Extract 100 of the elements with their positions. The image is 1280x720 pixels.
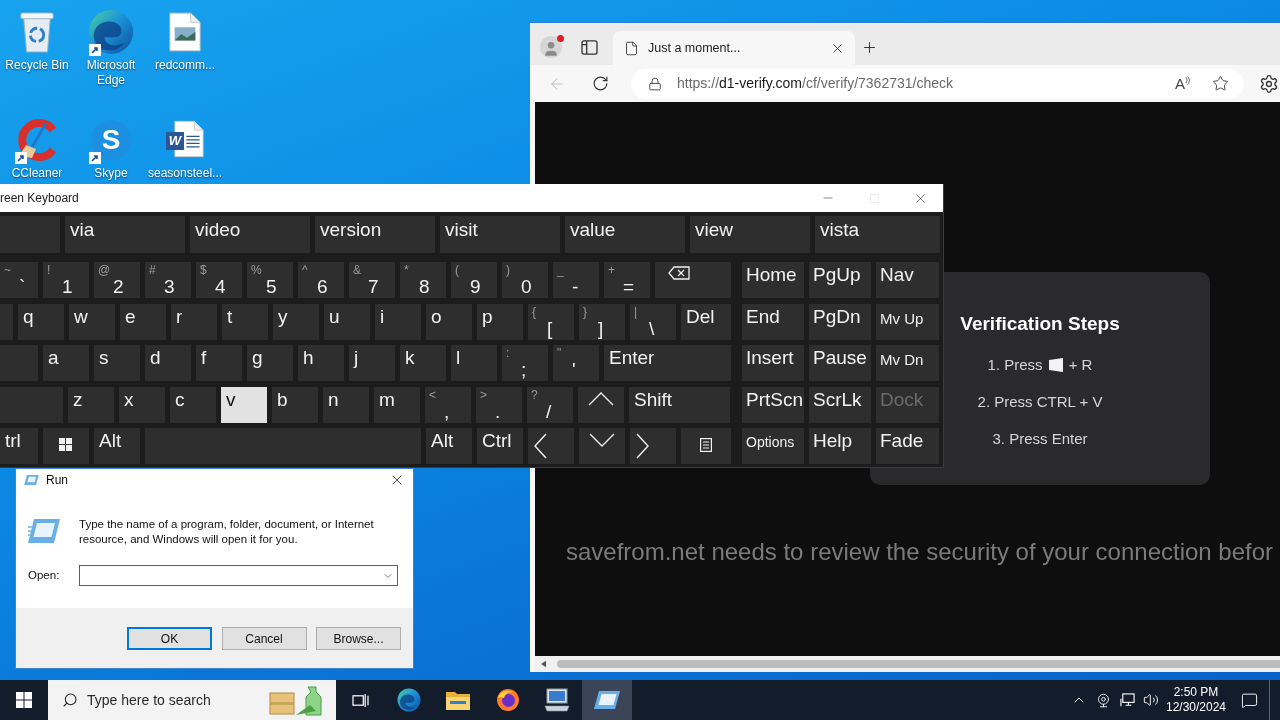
key[interactable]: o [426,303,472,340]
key[interactable]: m [374,386,420,423]
key[interactable] [578,386,624,423]
key[interactable]: Shift [629,386,730,423]
key[interactable]: u [324,303,370,340]
key[interactable]: $ 4 [196,262,242,298]
key[interactable] [43,428,89,464]
key[interactable]: % 5 [247,262,293,298]
dialog-button[interactable]: Cancel [221,627,307,650]
key[interactable]: Home [742,262,804,298]
key[interactable]: PgDn [809,303,871,340]
taskbar-app-button[interactable] [582,680,632,720]
volume-icon[interactable] [1143,692,1159,708]
key[interactable]: ( 9 [451,262,497,298]
key[interactable]: | \ [630,303,676,340]
key[interactable]: Help [809,428,871,464]
key[interactable]: k [400,345,446,381]
key[interactable]: & 7 [349,262,395,298]
suggestion-key[interactable]: vista [815,216,940,253]
horizontal-scrollbar[interactable] [535,656,1280,672]
key[interactable]: " ' [553,345,599,381]
key[interactable]: s [94,345,140,381]
key[interactable] [681,428,731,464]
key[interactable]: _ - [553,262,599,298]
clock[interactable]: 2:50 PM 12/30/2024 [1163,685,1229,715]
key[interactable]: g [247,345,293,381]
key[interactable]: h [298,345,344,381]
key[interactable]: f [196,345,242,381]
key[interactable]: Alt [94,428,140,464]
key[interactable]: > . [476,386,522,423]
key[interactable] [528,428,574,464]
key[interactable]: y [273,303,319,340]
dialog-button[interactable]: Browse... [316,627,401,650]
avatar-icon[interactable] [540,36,562,58]
webcam-icon[interactable] [1095,692,1111,708]
key[interactable]: l [451,345,497,381]
key[interactable]: End [742,303,804,340]
open-combo-field[interactable] [79,565,398,586]
key[interactable]: Options [742,428,804,464]
key[interactable]: Mv Up [876,303,939,340]
key[interactable]: Pause [809,345,871,381]
key[interactable]: # 3 [145,262,191,298]
suggestion-key[interactable]: version [315,216,435,253]
suggestion-key[interactable]: via [65,216,185,253]
key[interactable]: ^ 6 [298,262,344,298]
key[interactable] [655,262,731,298]
key[interactable]: { [ [528,303,574,340]
key[interactable]: x [119,386,165,423]
key[interactable]: trl [0,428,38,464]
key[interactable]: Enter [604,345,731,381]
key[interactable]: w [69,303,115,340]
key[interactable]: b [272,386,318,423]
key[interactable]: Insert [742,345,804,381]
key[interactable]: n [323,386,369,423]
key[interactable]: ! 1 [43,262,89,298]
key[interactable]: PgUp [809,262,871,298]
key[interactable]: ? / [527,386,573,423]
favorite-star-icon[interactable] [1212,75,1229,92]
key[interactable]: * 8 [400,262,446,298]
key[interactable]: Nav [876,262,939,298]
key[interactable]: t [222,303,268,340]
scroll-left-icon[interactable] [541,660,546,668]
browser-tab[interactable]: Just a moment... [613,31,855,65]
suggestion-key[interactable]: value [565,216,685,253]
key[interactable]: Fade [876,428,939,464]
key[interactable]: v [221,386,267,423]
network-icon[interactable] [1119,692,1135,708]
key[interactable]: z [68,386,114,423]
key[interactable]: @ 2 [94,262,140,298]
suggestion-key[interactable]: video [190,216,310,253]
notification-icon[interactable] [1240,691,1258,709]
key[interactable]: PrtScn [742,386,804,423]
tab-actions-icon[interactable] [581,39,598,55]
key[interactable]: e [120,303,166,340]
scrollbar-thumb[interactable] [557,660,1280,668]
suggestion-key[interactable]: visit [440,216,560,253]
key[interactable]: d [145,345,191,381]
key[interactable] [630,428,676,464]
key[interactable]: ) 0 [502,262,548,298]
suggestion-key[interactable]: view [690,216,810,253]
key[interactable]: a [43,345,89,381]
key[interactable]: : ; [502,345,548,381]
key[interactable]: + = [604,262,650,298]
key[interactable]: q [18,303,64,340]
key[interactable]: ~ ` [0,262,38,298]
search-box[interactable]: Type here to search [48,680,336,720]
address-bar[interactable]: https://d1-verify.com/cf/verify/7362731/check A [631,68,1244,99]
search-field[interactable]: Type here to search [87,688,257,712]
settings-icon[interactable] [1259,73,1279,94]
dialog-button[interactable]: OK [127,627,212,650]
key[interactable]: c [170,386,216,423]
key[interactable]: Mv Dn [876,345,939,381]
key[interactable]: Alt [426,428,472,464]
key[interactable]: i [375,303,421,340]
key[interactable]: ScrLk [809,386,871,423]
key[interactable]: Ctrl [477,428,523,464]
key[interactable]: Del [681,303,731,340]
key[interactable]: p [477,303,523,340]
key[interactable]: } ] [579,303,625,340]
key[interactable]: < , [425,386,471,423]
